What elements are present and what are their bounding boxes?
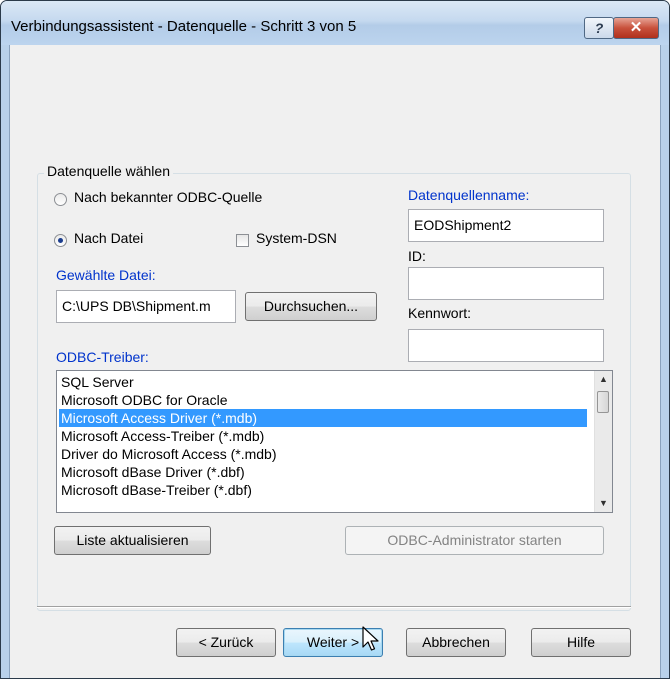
odbc-admin-button[interactable]: ODBC-Administrator starten (345, 526, 604, 555)
driver-list-item[interactable]: Driver do Microsoft Access (*.mdb) (59, 445, 587, 463)
title-close-button[interactable]: ✕ (613, 17, 659, 39)
footer-separator (37, 606, 631, 608)
question-icon: ? (594, 20, 604, 36)
password-input[interactable] (408, 329, 604, 362)
scroll-down-icon[interactable]: ▼ (595, 495, 612, 512)
dsn-name-input[interactable]: EODShipment2 (408, 209, 604, 242)
scroll-thumb[interactable] (597, 391, 609, 413)
back-button[interactable]: < Zurück (176, 628, 276, 657)
dialog-window: Verbindungsassistent - Datenquelle - Sch… (0, 0, 670, 679)
odbc-driver-list[interactable]: SQL Server Microsoft ODBC for Oracle Micro… (56, 370, 613, 513)
driver-items: SQL Server Microsoft ODBC for Oracle Micro… (59, 373, 587, 499)
driver-list-item[interactable]: Microsoft dBase-Treiber (*.dbf) (59, 481, 587, 499)
groupbox-legend: Datenquelle wählen (44, 163, 173, 179)
help-button[interactable]: Hilfe (531, 628, 631, 657)
refresh-list-button[interactable]: Liste aktualisieren (54, 526, 211, 555)
dialog-client-area: Datenquelle wählen Nach bekannter ODBC-Q… (9, 45, 661, 678)
list-scrollbar[interactable]: ▲ ▼ (594, 371, 612, 512)
cancel-button[interactable]: Abbrechen (406, 628, 506, 657)
radio-known-odbc-label[interactable]: Nach bekannter ODBC-Quelle (74, 189, 262, 205)
title-help-button[interactable]: ? (584, 17, 614, 39)
system-dsn-label[interactable]: System-DSN (256, 230, 337, 246)
dsn-name-label: Datenquellenname: (408, 187, 530, 203)
driver-list-item[interactable]: Microsoft Access-Treiber (*.mdb) (59, 427, 587, 445)
id-label: ID: (408, 248, 426, 264)
password-label: Kennwort: (408, 305, 472, 321)
window-title: Verbindungsassistent - Datenquelle - Sch… (11, 18, 357, 35)
driver-list-item[interactable]: Microsoft Access Driver (*.mdb) (59, 409, 587, 427)
title-bar[interactable]: Verbindungsassistent - Datenquelle - Sch… (1, 1, 669, 45)
driver-list-item[interactable]: Microsoft dBase Driver (*.dbf) (59, 463, 587, 481)
system-dsn-checkbox[interactable] (236, 234, 249, 247)
mouse-cursor-icon (362, 626, 379, 651)
browse-button[interactable]: Durchsuchen... (245, 292, 377, 321)
driver-list-item[interactable]: SQL Server (59, 373, 587, 391)
radio-by-file[interactable] (54, 234, 67, 247)
radio-known-odbc[interactable] (54, 193, 67, 206)
selected-file-input[interactable]: C:\UPS DB\Shipment.m (56, 290, 236, 323)
id-input[interactable] (408, 267, 604, 300)
odbc-driver-label: ODBC-Treiber: (56, 349, 149, 365)
driver-list-item[interactable]: Microsoft ODBC for Oracle (59, 391, 587, 409)
close-icon: ✕ (629, 19, 643, 36)
scroll-up-icon[interactable]: ▲ (595, 371, 612, 388)
radio-by-file-label[interactable]: Nach Datei (74, 230, 143, 246)
selected-file-label: Gewählte Datei: (56, 267, 156, 283)
